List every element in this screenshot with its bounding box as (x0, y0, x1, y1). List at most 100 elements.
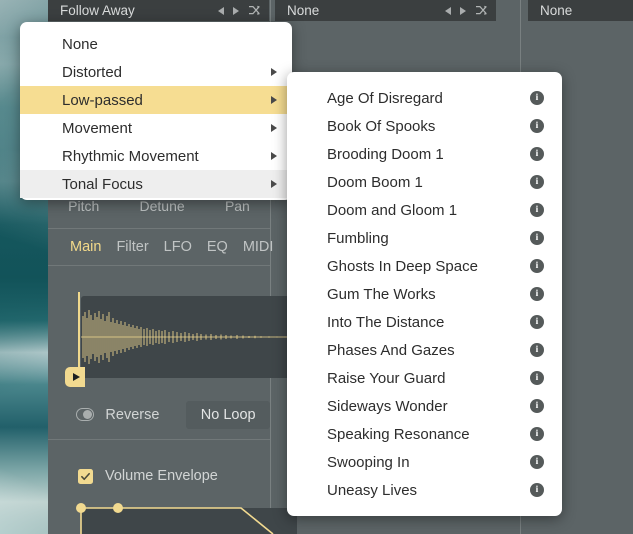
submenu-item[interactable]: Uneasy Lives i (287, 476, 562, 504)
info-icon[interactable]: i (530, 259, 544, 273)
preset-slot-1[interactable]: Follow Away (48, 0, 269, 21)
tab-main[interactable]: Main (70, 239, 101, 255)
preset-name-3: None (540, 3, 573, 18)
info-icon[interactable]: i (530, 203, 544, 217)
tab-eq[interactable]: EQ (207, 239, 228, 255)
play-triangle-icon (73, 373, 80, 381)
preset-name-2: None (287, 3, 320, 18)
submenu-item-label: Ghosts In Deep Space (327, 257, 478, 275)
tab-filter[interactable]: Filter (116, 239, 148, 255)
menu-item-movement[interactable]: Movement (20, 114, 292, 142)
info-icon[interactable]: i (530, 147, 544, 161)
knob-label-pan: Pan (224, 198, 250, 214)
info-icon[interactable]: i (530, 343, 544, 357)
triangle-left-icon[interactable] (445, 6, 451, 15)
preset-slot-2[interactable]: None (275, 0, 496, 21)
knob-label-detune: Detune (139, 198, 185, 214)
menu-item-distorted[interactable]: Distorted (20, 58, 292, 86)
tab-midi[interactable]: MIDI (243, 239, 274, 255)
submenu-item[interactable]: Book Of Spooks i (287, 112, 562, 140)
waveform-graphic (81, 310, 297, 364)
chevron-right-icon (271, 180, 277, 188)
volume-envelope-row: Volume Envelope (48, 458, 270, 494)
envelope-curve[interactable] (73, 500, 305, 534)
info-icon[interactable]: i (530, 371, 544, 385)
info-icon[interactable]: i (530, 315, 544, 329)
submenu-item-label: Swooping In (327, 453, 410, 471)
submenu-item-label: Uneasy Lives (327, 481, 418, 499)
submenu-item-label: Book Of Spooks (327, 117, 436, 135)
checkmark-icon (81, 472, 90, 480)
submenu-item-label: Doom Boom 1 (327, 173, 423, 191)
submenu-item-label: Doom and Gloom 1 (327, 201, 458, 219)
submenu-item[interactable]: Into The Distance i (287, 308, 562, 336)
triangle-right-icon[interactable] (233, 6, 239, 15)
info-icon[interactable]: i (530, 91, 544, 105)
info-icon[interactable]: i (530, 287, 544, 301)
info-icon[interactable]: i (530, 231, 544, 245)
submenu-item[interactable]: Doom Boom 1 i (287, 168, 562, 196)
info-icon[interactable]: i (530, 427, 544, 441)
preset-name-1: Follow Away (60, 3, 135, 18)
info-icon[interactable]: i (530, 483, 544, 497)
preset-header: Follow Away None None (48, 0, 633, 21)
submenu-item[interactable]: Fumbling i (287, 224, 562, 252)
submenu-item-label: Into The Distance (327, 313, 445, 331)
shuffle-icon[interactable] (475, 5, 488, 16)
submenu-item[interactable]: Sideways Wonder i (287, 392, 562, 420)
toggle-knob (83, 409, 93, 419)
sample-playback-row: Reverse No Loop (48, 390, 270, 440)
submenu-item[interactable]: Raise Your Guard i (287, 364, 562, 392)
menu-item-label: Low-passed (62, 91, 143, 109)
preset-slot-3[interactable]: None (528, 0, 633, 21)
submenu-item-label: Brooding Doom 1 (327, 145, 444, 163)
submenu-item[interactable]: Speaking Resonance i (287, 420, 562, 448)
info-icon[interactable]: i (530, 119, 544, 133)
info-icon[interactable]: i (530, 399, 544, 413)
info-icon[interactable]: i (530, 175, 544, 189)
submenu-item-label: Raise Your Guard (327, 369, 446, 387)
submenu-item-label: Phases And Gazes (327, 341, 455, 359)
info-icon[interactable]: i (530, 455, 544, 469)
reverse-label: Reverse (105, 406, 160, 423)
menu-item-none[interactable]: None (20, 30, 292, 58)
menu-item-label: None (62, 35, 98, 53)
tab-strip: Main Filter LFO EQ MIDI (48, 228, 273, 266)
chevron-right-icon (271, 124, 277, 132)
chevron-right-icon (271, 96, 277, 104)
context-submenu: Age Of Disregard i Book Of Spooks i Broo… (287, 72, 562, 516)
chevron-right-icon (271, 68, 277, 76)
menu-item-label: Movement (62, 119, 133, 137)
tab-lfo[interactable]: LFO (164, 239, 192, 255)
submenu-item-label: Speaking Resonance (327, 425, 470, 443)
submenu-item[interactable]: Ghosts In Deep Space i (287, 252, 562, 280)
triangle-left-icon[interactable] (218, 6, 224, 15)
submenu-item-label: Age Of Disregard (327, 89, 443, 107)
triangle-right-icon[interactable] (460, 6, 466, 15)
submenu-item[interactable]: Phases And Gazes i (287, 336, 562, 364)
envelope-node-2 (113, 503, 123, 513)
preset-controls-2 (445, 0, 488, 21)
volume-envelope-checkbox[interactable] (78, 468, 93, 484)
submenu-item[interactable]: Brooding Doom 1 i (287, 140, 562, 168)
toggle-off-icon[interactable] (76, 408, 95, 421)
menu-item-tonal-focus[interactable]: Tonal Focus (20, 170, 292, 198)
submenu-item-label: Gum The Works (327, 285, 436, 303)
submenu-item[interactable]: Age Of Disregard i (287, 84, 562, 112)
submenu-item[interactable]: Swooping In i (287, 448, 562, 476)
menu-item-label: Distorted (62, 63, 123, 81)
submenu-item-label: Fumbling (327, 229, 389, 247)
shuffle-icon[interactable] (248, 5, 261, 16)
submenu-item[interactable]: Doom and Gloom 1 i (287, 196, 562, 224)
envelope-node-1 (76, 503, 86, 513)
menu-item-rhythmic-movement[interactable]: Rhythmic Movement (20, 142, 292, 170)
volume-envelope-label: Volume Envelope (105, 468, 218, 484)
play-position-handle[interactable] (65, 367, 85, 387)
menu-item-low-passed[interactable]: Low-passed (20, 86, 292, 114)
knob-label-row: Pitch Detune Pan (48, 196, 270, 225)
loop-mode-button[interactable]: No Loop (186, 400, 270, 429)
submenu-item[interactable]: Gum The Works i (287, 280, 562, 308)
preset-controls-1 (218, 0, 261, 21)
menu-item-label: Rhythmic Movement (62, 147, 199, 165)
waveform-display[interactable] (81, 296, 297, 378)
